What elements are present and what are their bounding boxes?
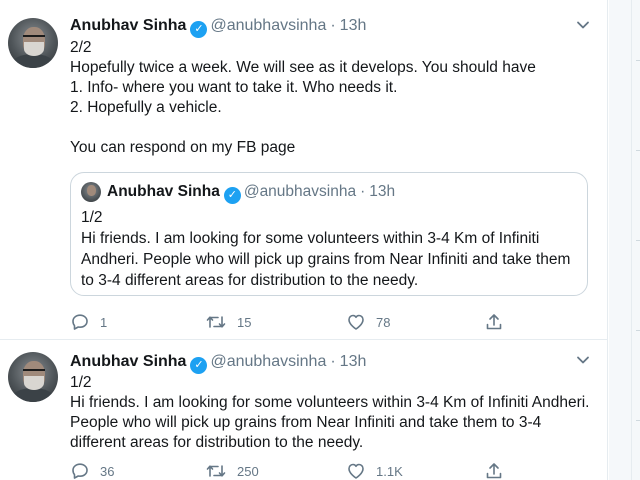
quoted-timestamp: 13h bbox=[369, 183, 396, 200]
tweet-text-line: Hopefully twice a week. We will see as i… bbox=[70, 59, 536, 76]
tweet-text-line: People who will pick up grains from Near… bbox=[70, 414, 542, 431]
quoted-text: 1/2 Hi friends. I am looking for some vo… bbox=[81, 207, 581, 291]
tweet-feed: Anubhav Sinha ✓ @anubhavsinha · 13h 2/2 Hope… bbox=[0, 0, 608, 480]
heart-icon bbox=[348, 314, 364, 330]
tweet-text-line: You can respond on my FB page bbox=[70, 139, 296, 156]
reply-count: 36 bbox=[100, 463, 115, 479]
tweet-text-line: 2. Hopefully a vehicle. bbox=[70, 99, 222, 116]
retweet-icon bbox=[206, 316, 226, 328]
author-name[interactable]: Anubhav Sinha bbox=[70, 17, 186, 34]
author-handle[interactable]: @anubhavsinha bbox=[210, 17, 326, 34]
tweet-text-line: different areas for distribution to the … bbox=[70, 434, 364, 451]
reply-button[interactable]: 36 bbox=[70, 461, 114, 480]
retweet-count: 15 bbox=[237, 314, 252, 330]
tweet-text: 2/2 Hopefully twice a week. We will see … bbox=[70, 38, 600, 158]
tweet-text: 1/2 Hi friends. I am looking for some vo… bbox=[70, 373, 605, 453]
quoted-author-name: Anubhav Sinha bbox=[107, 183, 220, 200]
quoted-tweet[interactable]: Anubhav Sinha ✓ @anubhavsinha · 13h 1/2 Hi f… bbox=[70, 172, 588, 296]
like-count: 1.1K bbox=[376, 463, 403, 479]
reply-button[interactable]: 1 bbox=[70, 312, 107, 332]
tweet-text-line: Hi friends. I am looking for some volunt… bbox=[70, 394, 590, 411]
right-sidebar-edge bbox=[609, 0, 640, 480]
avatar[interactable] bbox=[8, 18, 58, 68]
author-name[interactable]: Anubhav Sinha bbox=[70, 353, 186, 370]
reply-icon bbox=[72, 463, 88, 479]
quoted-handle: @anubhavsinha bbox=[243, 183, 357, 200]
share-button[interactable] bbox=[484, 461, 504, 480]
chevron-down-icon[interactable] bbox=[576, 18, 590, 32]
reply-icon bbox=[72, 314, 88, 330]
share-button[interactable] bbox=[484, 312, 504, 332]
retweet-button[interactable]: 250 bbox=[205, 461, 259, 480]
verified-badge-icon: ✓ bbox=[223, 187, 241, 204]
like-button[interactable]: 1.1K bbox=[346, 461, 403, 480]
timestamp[interactable]: 13h bbox=[340, 17, 367, 34]
separator-dot: · bbox=[330, 17, 336, 34]
tweet-actions: 1 15 78 bbox=[70, 312, 510, 332]
heart-icon bbox=[348, 463, 364, 479]
reply-count: 1 bbox=[100, 314, 108, 330]
quoted-text-line: 1/2 bbox=[81, 209, 103, 226]
separator-dot: · bbox=[330, 353, 336, 370]
timestamp[interactable]: 13h bbox=[340, 353, 367, 370]
tweet-text-line: 2/2 bbox=[70, 39, 92, 56]
author-handle[interactable]: @anubhavsinha bbox=[210, 353, 326, 370]
share-icon bbox=[486, 463, 502, 479]
retweet-count: 250 bbox=[237, 463, 259, 479]
tweet-header: Anubhav Sinha ✓ @anubhavsinha · 13h bbox=[70, 16, 366, 38]
tweet[interactable]: Anubhav Sinha ✓ @anubhavsinha · 13h 2/2 Hope… bbox=[0, 0, 608, 340]
tweet[interactable]: Anubhav Sinha ✓ @anubhavsinha · 13h 1/2 Hi f… bbox=[0, 341, 608, 480]
like-button[interactable]: 78 bbox=[346, 312, 390, 332]
quoted-header: Anubhav Sinha ✓ @anubhavsinha · 13h bbox=[107, 182, 395, 204]
quoted-avatar bbox=[81, 182, 101, 202]
like-count: 78 bbox=[376, 314, 391, 330]
avatar[interactable] bbox=[8, 352, 58, 402]
quoted-text-line: Hi friends. I am looking for some volunt… bbox=[81, 230, 540, 247]
chevron-down-icon[interactable] bbox=[576, 353, 590, 367]
verified-badge-icon: ✓ bbox=[190, 357, 208, 374]
share-icon bbox=[486, 314, 502, 330]
separator-dot: · bbox=[360, 183, 366, 200]
retweet-button[interactable]: 15 bbox=[205, 312, 251, 332]
quoted-text-line: to 3-4 different areas for distribution … bbox=[81, 272, 419, 289]
tweet-text-line: 1/2 bbox=[70, 374, 92, 391]
tweet-header: Anubhav Sinha ✓ @anubhavsinha · 13h bbox=[70, 352, 366, 374]
tweet-text-line: 1. Info- where you want to take it. Who … bbox=[70, 79, 398, 96]
quoted-text-line: Andheri. People who will pick up grains … bbox=[81, 251, 571, 268]
verified-badge-icon: ✓ bbox=[190, 21, 208, 38]
retweet-icon bbox=[206, 465, 226, 477]
tweet-actions: 36 250 1.1K bbox=[70, 461, 510, 480]
